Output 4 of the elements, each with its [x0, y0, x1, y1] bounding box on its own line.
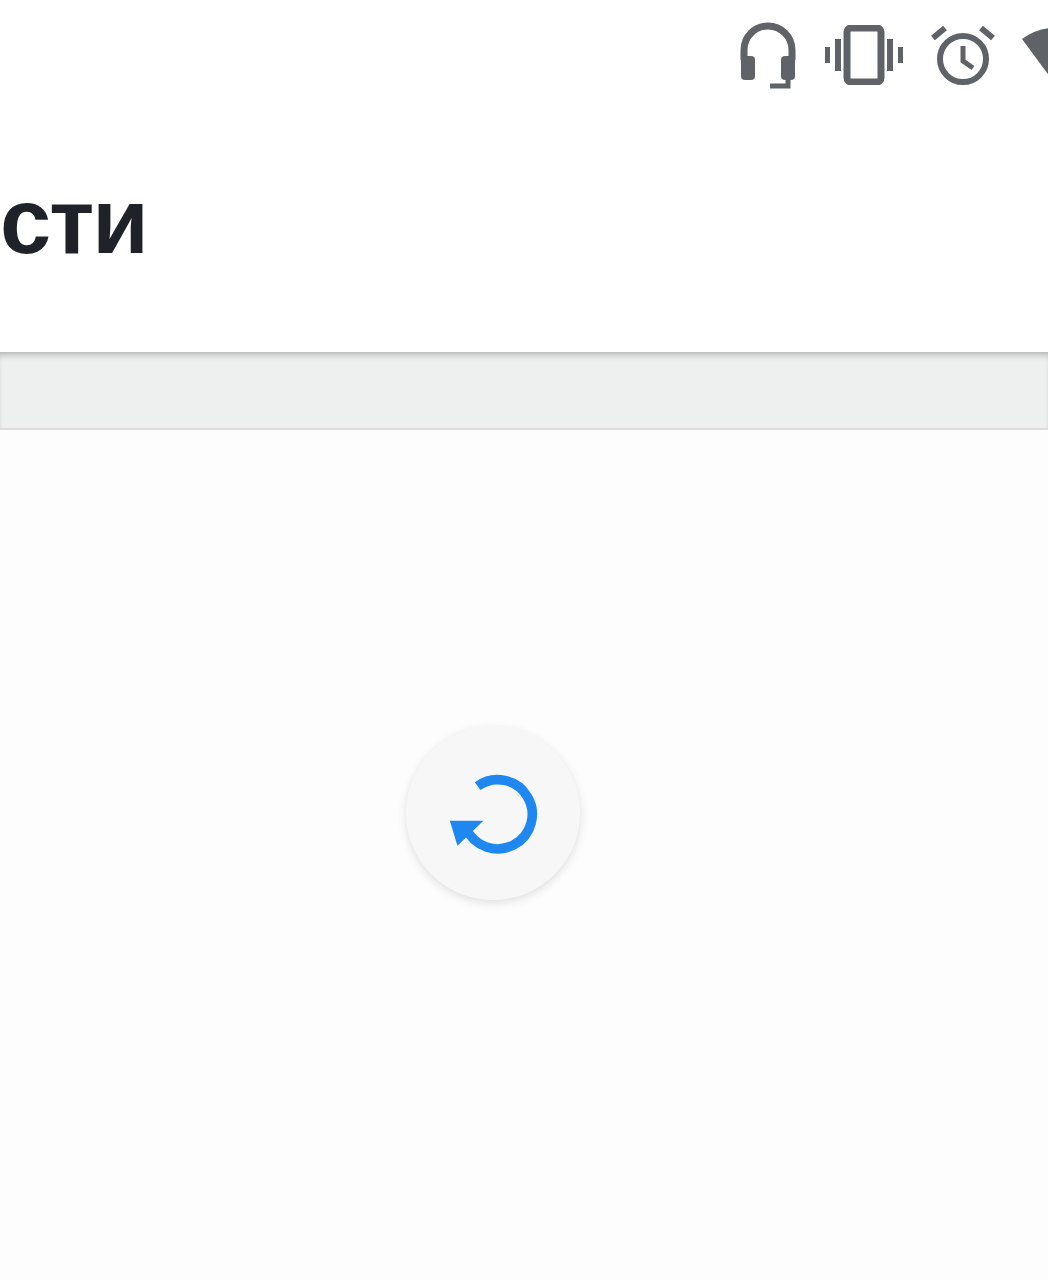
- page-title: сти: [0, 175, 147, 267]
- headset-icon: [738, 20, 798, 90]
- vibrate-icon: [824, 25, 904, 85]
- alarm-clock-icon: [930, 24, 996, 86]
